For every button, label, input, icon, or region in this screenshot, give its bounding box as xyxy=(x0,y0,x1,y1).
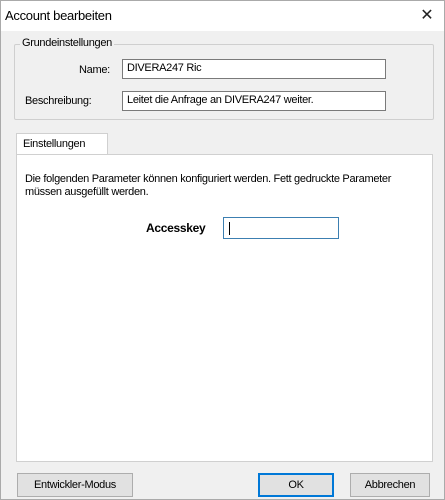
general-settings-legend: Grundeinstellungen xyxy=(20,37,115,49)
settings-panel xyxy=(16,154,433,462)
description-input[interactable]: Leitet die Anfrage an DIVERA247 weiter. xyxy=(122,91,386,111)
name-input[interactable]: DIVERA247 Ric xyxy=(122,59,386,79)
tab-einstellungen[interactable]: Einstellungen xyxy=(16,133,108,155)
developer-mode-button[interactable]: Entwickler-Modus xyxy=(17,473,133,497)
cancel-button[interactable]: Abbrechen xyxy=(350,473,430,497)
ok-button[interactable]: OK xyxy=(258,473,334,497)
window-title: Account bearbeiten xyxy=(5,8,112,23)
settings-description: Die folgenden Parameter können konfiguri… xyxy=(25,173,392,198)
text-caret xyxy=(229,222,230,235)
close-icon[interactable]: ✕ xyxy=(416,5,438,27)
description-label: Beschreibung: xyxy=(25,95,92,107)
name-label: Name: xyxy=(79,64,110,76)
accesskey-label: Accesskey xyxy=(146,221,206,235)
accesskey-input[interactable] xyxy=(223,217,339,239)
title-bar: Account bearbeiten ✕ xyxy=(1,1,444,31)
